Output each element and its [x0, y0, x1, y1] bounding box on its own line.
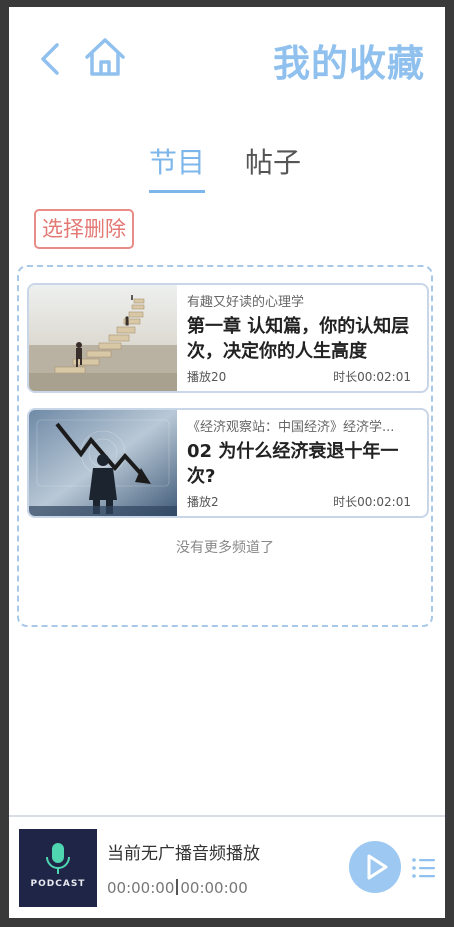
play-icon: [367, 854, 388, 880]
app-frame: 我的收藏 节目 帖子 选择删除 有趣又好读的心理学 第一章 认知篇，你的认知层次…: [9, 7, 445, 918]
tab-programs[interactable]: 节目: [149, 141, 206, 193]
current-time: 00:00:00: [107, 879, 175, 897]
tab-bar: 节目 帖子: [149, 141, 301, 193]
playlist-icon[interactable]: [411, 857, 435, 879]
favorites-list: 有趣又好读的心理学 第一章 认知篇，你的认知层次，决定你的人生高度 播放20 时…: [17, 265, 433, 627]
play-count: 播放2: [187, 495, 219, 509]
podcast-cover: PODCAST: [19, 829, 97, 907]
no-more-text: 没有更多频道了: [176, 540, 274, 556]
play-button[interactable]: [349, 841, 401, 893]
home-icon[interactable]: [83, 35, 127, 79]
tab-posts[interactable]: 帖子: [245, 141, 301, 189]
microphone-icon: [46, 843, 70, 874]
episode-duration: 时长00:02:01: [333, 495, 411, 509]
time-separator: [176, 879, 179, 895]
list-item[interactable]: 《经济观察站：中国经济》经济学... 02 为什么经济衰退十年一次? 播放2 时…: [27, 408, 429, 518]
playback-time: 00:00:00 00:00:00: [107, 879, 248, 897]
album-name: 《经济观察站：中国经济》经济学...: [187, 420, 395, 435]
play-count: 播放20: [187, 370, 227, 384]
episode-thumbnail: [29, 410, 177, 516]
list-item[interactable]: 有趣又好读的心理学 第一章 认知篇，你的认知层次，决定你的人生高度 播放20 时…: [27, 283, 429, 393]
now-playing-status: 当前无广播音频播放: [107, 844, 260, 864]
episode-title: 第一章 认知篇，你的认知层次，决定你的人生高度: [187, 316, 410, 362]
total-time: 00:00:00: [180, 879, 248, 897]
chevron-left-icon[interactable]: [37, 39, 65, 79]
mini-player: PODCAST 当前无广播音频播放 00:00:00 00:00:00: [9, 815, 445, 918]
episode-title: 02 为什么经济衰退十年一次?: [187, 441, 399, 487]
episode-thumbnail: [29, 285, 177, 391]
select-delete-button[interactable]: 选择删除: [34, 209, 134, 249]
album-name: 有趣又好读的心理学: [187, 295, 305, 310]
episode-duration: 时长00:02:01: [333, 370, 411, 384]
page-title: 我的收藏: [273, 42, 425, 85]
cover-text: PODCAST: [30, 879, 86, 889]
